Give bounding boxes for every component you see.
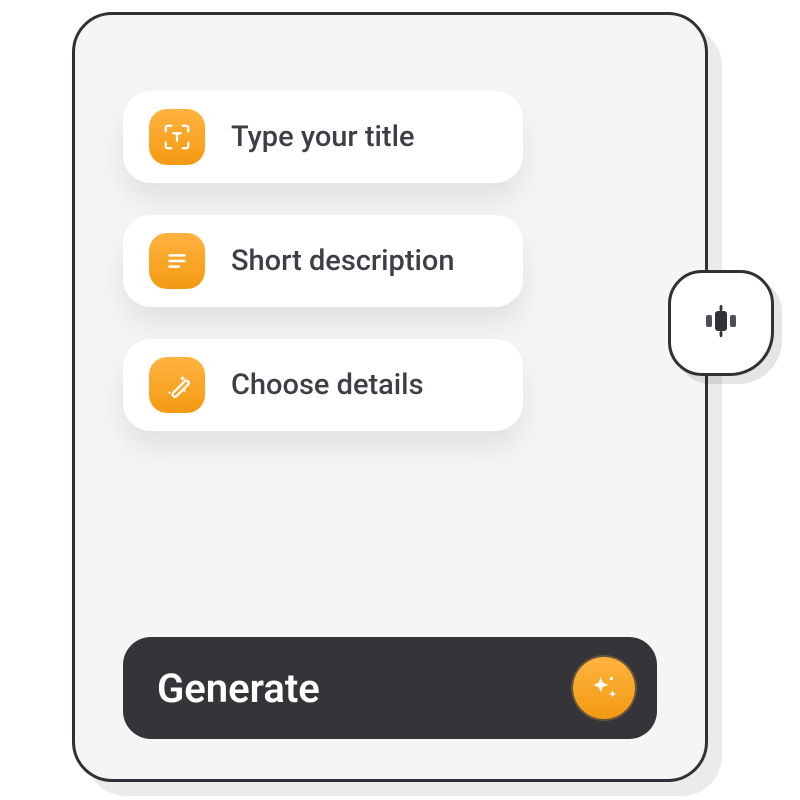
spacer — [123, 463, 657, 617]
wand-icon — [149, 357, 205, 413]
carousel-float-button[interactable] — [668, 270, 774, 376]
details-input-label: Choose details — [231, 368, 424, 402]
carousel-icon — [699, 299, 743, 347]
sparkle-icon — [573, 657, 635, 719]
generate-button-label: Generate — [157, 665, 320, 712]
title-input-row[interactable]: Type your title — [123, 91, 523, 183]
title-input-label: Type your title — [231, 120, 415, 154]
generate-button[interactable]: Generate — [123, 637, 657, 739]
description-input-row[interactable]: Short description — [123, 215, 523, 307]
text-frame-icon — [149, 109, 205, 165]
generator-card: Type your title Short description Choose… — [72, 12, 708, 782]
description-input-label: Short description — [231, 244, 454, 278]
lines-icon — [149, 233, 205, 289]
details-input-row[interactable]: Choose details — [123, 339, 523, 431]
